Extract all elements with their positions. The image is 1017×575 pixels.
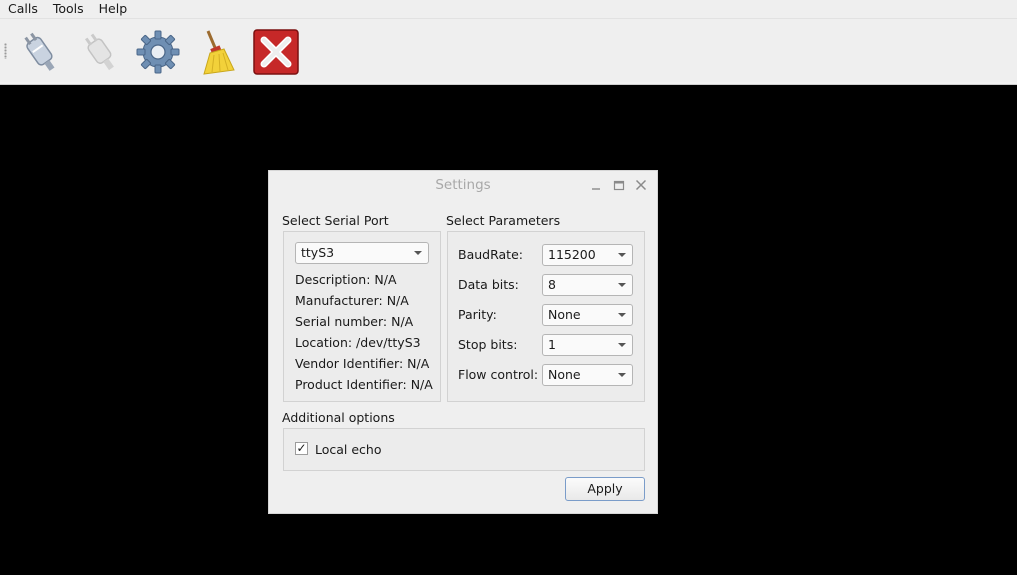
disconnect-button[interactable] [74,26,126,78]
connect-plug-icon [24,32,55,71]
additional-options-heading: Additional options [282,410,395,425]
flow-control-label: Flow control: [458,367,539,382]
menu-tools[interactable]: Tools [45,0,91,18]
minimize-button[interactable] [589,178,603,192]
baudrate-label: BaudRate: [458,247,523,262]
baudrate-select[interactable]: 115200 [542,244,633,266]
chevron-down-icon [414,251,422,255]
data-bits-select[interactable]: 8 [542,274,633,296]
parity-select[interactable]: None [542,304,633,326]
stop-bits-value: 1 [548,337,556,352]
settings-dialog: Settings Select Serial Port ttyS3 Descri… [268,170,658,514]
port-description: Description: N/A [295,272,397,287]
chevron-down-icon [618,253,626,257]
maximize-icon [613,180,625,191]
data-bits-value: 8 [548,277,556,292]
connect-button[interactable] [14,26,66,78]
serial-port-heading: Select Serial Port [282,213,389,228]
close-red-x-icon [253,29,299,75]
local-echo-checkbox[interactable]: ✓ [295,442,308,455]
checkmark-icon: ✓ [296,441,307,455]
menu-bar: Calls Tools Help [0,0,1017,18]
dialog-titlebar[interactable]: Settings [269,171,657,199]
parity-label: Parity: [458,307,497,322]
port-vendor-id: Vendor Identifier: N/A [295,356,430,371]
clear-button[interactable] [190,26,242,78]
additional-options-group: ✓ Local echo [283,428,645,471]
chevron-down-icon [618,343,626,347]
port-location: Location: /dev/ttyS3 [295,335,421,350]
port-serial-number: Serial number: N/A [295,314,414,329]
data-bits-label: Data bits: [458,277,519,292]
toolbar [0,18,1017,84]
menu-calls[interactable]: Calls [0,0,45,18]
parameters-heading: Select Parameters [446,213,561,228]
chevron-down-icon [618,373,626,377]
local-echo-label[interactable]: Local echo [315,442,382,457]
baudrate-value: 115200 [548,247,596,262]
flow-control-select[interactable]: None [542,364,633,386]
parameters-group: BaudRate: 115200 Data bits: 8 Parity: No… [447,231,645,402]
port-product-id: Product Identifier: N/A [295,377,433,392]
parity-value: None [548,307,581,322]
close-icon [635,179,647,191]
apply-button[interactable]: Apply [565,477,645,501]
chevron-down-icon [618,283,626,287]
settings-button[interactable] [132,26,184,78]
minimize-icon [592,188,600,190]
stop-bits-select[interactable]: 1 [542,334,633,356]
serial-port-value: ttyS3 [301,245,335,260]
toolbar-separator [0,82,1017,85]
close-button[interactable] [634,178,648,192]
port-manufacturer: Manufacturer: N/A [295,293,409,308]
stop-bits-label: Stop bits: [458,337,518,352]
toolbar-grip[interactable] [4,43,7,59]
disconnect-plug-icon [85,33,114,71]
quit-button[interactable] [250,26,302,78]
serial-port-group: ttyS3 Description: N/A Manufacturer: N/A… [283,231,441,402]
chevron-down-icon [618,313,626,317]
gear-icon [136,30,180,74]
menu-help[interactable]: Help [91,0,135,18]
serial-port-select[interactable]: ttyS3 [295,242,429,264]
maximize-button[interactable] [612,178,626,192]
flow-control-value: None [548,367,581,382]
broom-icon [203,30,235,75]
